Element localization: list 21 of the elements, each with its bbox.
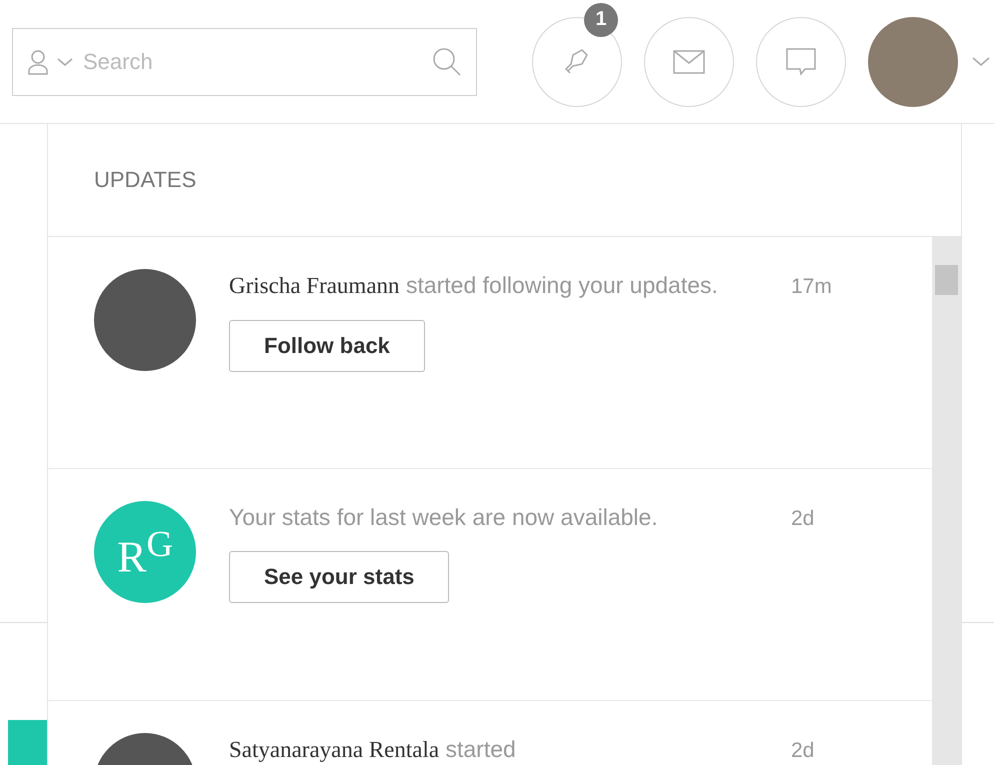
envelope-icon xyxy=(673,50,705,74)
notification-text: Grischa Fraumann started following your updates. xyxy=(229,271,719,300)
search-icon xyxy=(432,46,462,76)
person-icon xyxy=(27,48,49,74)
accent-bar xyxy=(8,720,47,765)
notification-time: 2d xyxy=(791,738,814,764)
chevron-down-icon xyxy=(972,56,990,68)
search-field[interactable]: Search xyxy=(12,28,477,96)
notification-time: 17m xyxy=(791,274,832,300)
speech-bubble-icon xyxy=(785,46,817,76)
chevron-down-icon xyxy=(57,56,73,66)
action-button[interactable]: Follow back xyxy=(229,320,425,372)
notification-text: Your stats for last week are now available. xyxy=(229,503,659,532)
search-input[interactable]: Search xyxy=(81,48,424,76)
notification-text: Satyanarayana Rentala started xyxy=(229,735,517,764)
notification-count-badge: 1 xyxy=(584,2,618,36)
notification-time: 2d xyxy=(791,506,814,532)
logo-icon: R$^{G}$ xyxy=(94,501,196,603)
panel-title: UPDATES xyxy=(94,167,196,193)
scrollbar[interactable] xyxy=(932,237,961,765)
action-button[interactable]: See your stats xyxy=(229,551,450,603)
